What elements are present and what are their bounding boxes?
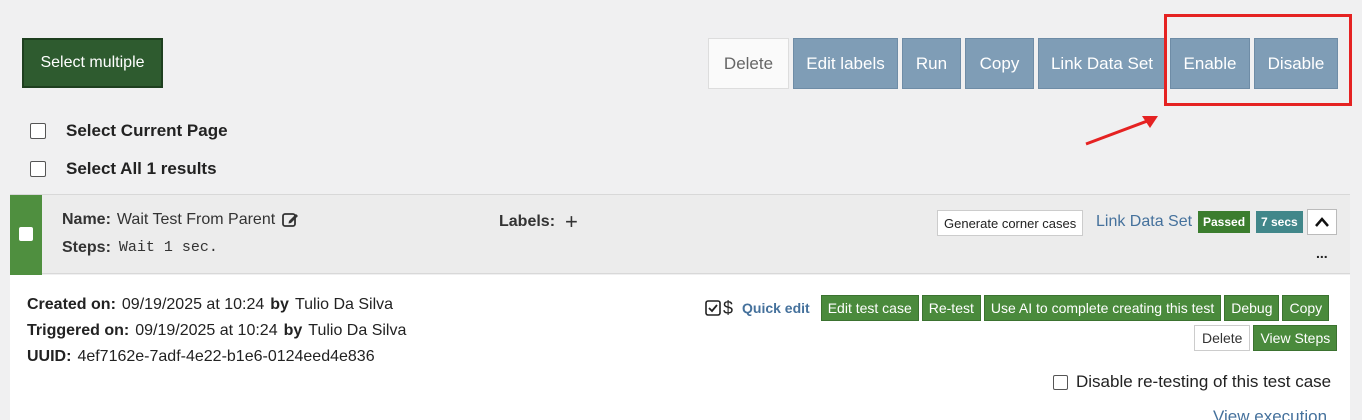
triggered-by: Tulio Da Silva bbox=[308, 322, 407, 339]
select-multiple-button[interactable]: Select multiple bbox=[22, 38, 163, 88]
disable-retesting-row[interactable]: Disable re-testing of this test case bbox=[1053, 372, 1331, 392]
select-current-page-label: Select Current Page bbox=[66, 121, 228, 140]
test-case-name: Wait Test From Parent bbox=[116, 211, 276, 228]
status-badge: Passed bbox=[1198, 211, 1251, 233]
view-steps-button[interactable]: View Steps bbox=[1253, 325, 1338, 351]
annotation-highlight-box bbox=[1164, 14, 1352, 106]
triggered-by-label: by bbox=[283, 322, 303, 339]
run-button[interactable]: Run bbox=[902, 38, 961, 89]
dollar-icon: $ bbox=[723, 297, 734, 318]
delete-test-case-button[interactable]: Delete bbox=[1194, 325, 1251, 351]
checkbox-icon bbox=[705, 300, 721, 316]
disable-retesting-label: Disable re-testing of this test case bbox=[1076, 372, 1332, 391]
more-options-icon[interactable]: ... bbox=[1316, 245, 1328, 261]
test-case-name-row: Name: Wait Test From Parent bbox=[62, 211, 299, 229]
test-case-actions: $ Quick edit Edit test case Re-test Use … bbox=[705, 295, 1330, 321]
test-case-header: Name: Wait Test From Parent Steps: Wait … bbox=[10, 194, 1350, 275]
annotation-arrow-icon bbox=[1085, 116, 1158, 146]
add-label-icon[interactable]: + bbox=[565, 209, 578, 235]
disable-retesting-checkbox[interactable] bbox=[1053, 374, 1068, 390]
checkbox-dollar-icon-group: $ bbox=[705, 298, 733, 319]
created-row: Created on: 09/19/2025 at 10:24 by Tulio… bbox=[27, 296, 393, 314]
collapse-button[interactable] bbox=[1307, 209, 1337, 235]
test-case-steps: Wait 1 sec. bbox=[118, 239, 218, 256]
select-current-page-checkbox[interactable] bbox=[30, 123, 46, 139]
uuid-label: UUID: bbox=[27, 348, 72, 365]
uuid-value: 4ef7162e-7adf-4e22-b1e6-0124eed4e836 bbox=[77, 348, 375, 365]
re-test-button[interactable]: Re-test bbox=[921, 295, 981, 321]
triggered-date: 09/19/2025 at 10:24 bbox=[135, 322, 278, 339]
select-all-checkbox[interactable] bbox=[30, 161, 46, 177]
triggered-row: Triggered on: 09/19/2025 at 10:24 by Tul… bbox=[27, 322, 406, 340]
edit-test-case-button[interactable]: Edit test case bbox=[820, 295, 919, 321]
select-all-label: Select All 1 results bbox=[66, 159, 217, 178]
uuid-row: UUID: 4ef7162e-7adf-4e22-b1e6-0124eed4e8… bbox=[27, 348, 375, 366]
test-case-details: Created on: 09/19/2025 at 10:24 by Tulio… bbox=[10, 275, 1350, 420]
created-by: Tulio Da Silva bbox=[294, 296, 394, 313]
delete-button[interactable]: Delete bbox=[708, 38, 789, 89]
test-case-actions-row2: Delete View Steps bbox=[1194, 325, 1338, 351]
labels-row: Labels: + bbox=[499, 209, 578, 235]
created-label: Created on: bbox=[27, 296, 116, 313]
quick-edit-link[interactable]: Quick edit bbox=[742, 300, 810, 316]
labels-label: Labels: bbox=[499, 213, 556, 230]
link-data-set-link[interactable]: Link Data Set bbox=[1096, 213, 1192, 231]
status-strip bbox=[10, 195, 42, 275]
generate-corner-cases-button[interactable]: Generate corner cases bbox=[937, 210, 1084, 236]
created-by-label: by bbox=[270, 296, 289, 313]
debug-button[interactable]: Debug bbox=[1224, 295, 1280, 321]
duration-badge: 7 secs bbox=[1256, 211, 1303, 233]
steps-label: Steps: bbox=[62, 239, 111, 256]
triggered-label: Triggered on: bbox=[27, 322, 130, 339]
select-all-row[interactable]: Select All 1 results bbox=[30, 159, 217, 179]
test-case-checkbox[interactable] bbox=[19, 227, 33, 241]
select-current-page-row[interactable]: Select Current Page bbox=[30, 121, 228, 141]
ai-complete-button[interactable]: Use AI to complete creating this test bbox=[983, 295, 1222, 321]
edit-icon[interactable] bbox=[281, 211, 299, 229]
created-date: 09/19/2025 at 10:24 bbox=[121, 296, 265, 313]
view-execution-link[interactable]: View execution bbox=[1213, 407, 1327, 420]
edit-labels-button[interactable]: Edit labels bbox=[793, 38, 898, 89]
test-case-steps-row: Steps: Wait 1 sec. bbox=[62, 239, 218, 257]
copy-button[interactable]: Copy bbox=[965, 38, 1034, 89]
name-label: Name: bbox=[62, 211, 111, 228]
chevron-up-icon bbox=[1315, 217, 1329, 227]
copy-test-case-button[interactable]: Copy bbox=[1282, 295, 1330, 321]
link-data-set-button[interactable]: Link Data Set bbox=[1038, 38, 1166, 89]
